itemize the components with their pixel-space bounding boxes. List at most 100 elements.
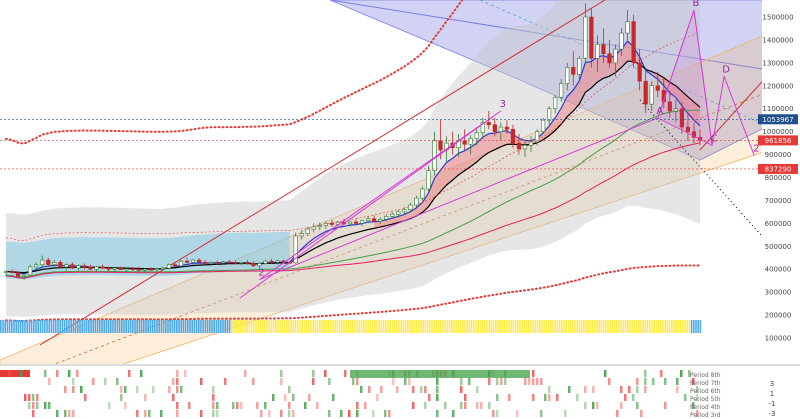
strip-bar <box>479 320 482 333</box>
ind-cell <box>396 386 399 393</box>
strip-bar <box>578 320 581 333</box>
ind-cell <box>120 394 123 401</box>
strip-bar <box>15 320 17 333</box>
ind-cell <box>384 410 387 417</box>
strip-bar <box>24 320 26 333</box>
candle-body <box>649 85 654 105</box>
strip-bar <box>297 320 299 333</box>
ind-cell <box>532 394 535 401</box>
ind-cell <box>460 402 463 409</box>
ind-cell <box>644 378 647 385</box>
strip-bar <box>145 320 147 333</box>
ind-cell <box>632 394 635 401</box>
strip-bar <box>134 320 136 333</box>
wave-label: A <box>656 106 663 117</box>
strip-bar <box>4 320 6 333</box>
price-tick-label: 1000000 <box>762 128 793 136</box>
strip-bar <box>376 320 378 333</box>
candle-body <box>40 259 45 265</box>
ind-cell <box>304 402 307 409</box>
strip-bar <box>398 320 400 333</box>
candle-body <box>215 262 220 264</box>
price-chart[interactable]: 32ABCD2 15000001400000130000012000001100… <box>0 0 800 419</box>
strip-bar <box>404 320 407 333</box>
ind-cell <box>56 410 59 417</box>
ind-cell <box>508 394 511 401</box>
ind-cell <box>516 410 519 417</box>
strip-bar <box>605 320 607 333</box>
period-label: Period 7th <box>690 380 721 387</box>
strip-bar <box>495 320 497 333</box>
strip-bar <box>195 320 198 333</box>
strip-bar <box>259 320 262 333</box>
wave-label: B <box>693 0 700 9</box>
strip-bar <box>598 320 600 333</box>
candle-body <box>3 271 9 273</box>
candle-body <box>631 21 636 64</box>
strip-bar <box>17 320 20 333</box>
strip-bar <box>248 320 251 333</box>
candle-body <box>160 267 166 270</box>
strip-bar <box>651 320 653 333</box>
candle-body <box>94 266 99 270</box>
strip-bar <box>283 320 286 333</box>
ind-cell <box>584 386 587 393</box>
strip-bar <box>215 320 218 333</box>
price-tick-label: 500000 <box>765 243 792 251</box>
candle-body <box>233 262 238 264</box>
strip-bar <box>231 320 233 333</box>
ind-cell <box>184 370 187 377</box>
strip-bar <box>499 320 501 333</box>
strip-bar <box>66 320 68 333</box>
candle-body <box>22 274 27 277</box>
ind-cell <box>124 386 127 393</box>
strip-bar <box>310 320 312 333</box>
ind-cell <box>476 386 479 393</box>
ind-cell <box>328 378 331 385</box>
ind-cell <box>488 402 491 409</box>
strip-bar <box>33 320 35 333</box>
strip-bar <box>558 320 561 333</box>
strip-bar <box>202 320 204 333</box>
price-tick-label: 800000 <box>765 174 792 182</box>
ind-cell <box>212 410 215 417</box>
price-tick-label: 1300000 <box>762 59 793 67</box>
candle-body <box>571 67 576 75</box>
strip-bar <box>204 320 207 333</box>
strip-bar <box>622 320 625 333</box>
strip-bar <box>666 320 669 333</box>
candle-body <box>136 268 141 271</box>
candle-body <box>559 83 564 98</box>
ind-cell <box>664 378 667 385</box>
strip-bar <box>457 320 460 333</box>
strip-bar <box>539 320 541 333</box>
candle-body <box>323 223 328 226</box>
price-tick-label: 200000 <box>765 312 792 320</box>
strip-bar <box>116 320 119 333</box>
strip-bar <box>512 320 515 333</box>
strip-bar <box>158 320 160 333</box>
indicator-tick-label: 1 <box>770 390 774 398</box>
strip-bar <box>101 320 103 333</box>
strip-bar <box>270 320 273 333</box>
strip-bar <box>253 320 255 333</box>
strip-bar <box>138 320 141 333</box>
ind-cell <box>92 378 95 385</box>
strip-bar <box>385 320 387 333</box>
strip-bar <box>600 320 603 333</box>
ind-cell <box>496 410 499 417</box>
strip-bar <box>488 320 490 333</box>
candle-body <box>221 261 226 264</box>
strip-bar <box>105 320 108 333</box>
period-label: Period 3rd <box>690 412 721 419</box>
strip-bar <box>556 320 559 333</box>
strip-bar <box>88 320 90 333</box>
ind-cell <box>44 402 47 409</box>
strip-bar <box>444 320 446 333</box>
ind-cell <box>468 378 471 385</box>
candle-body <box>522 145 528 150</box>
ind-cell <box>392 378 395 385</box>
strip-bar <box>149 320 152 333</box>
strip-bar <box>99 320 101 333</box>
candle-body <box>88 266 93 270</box>
